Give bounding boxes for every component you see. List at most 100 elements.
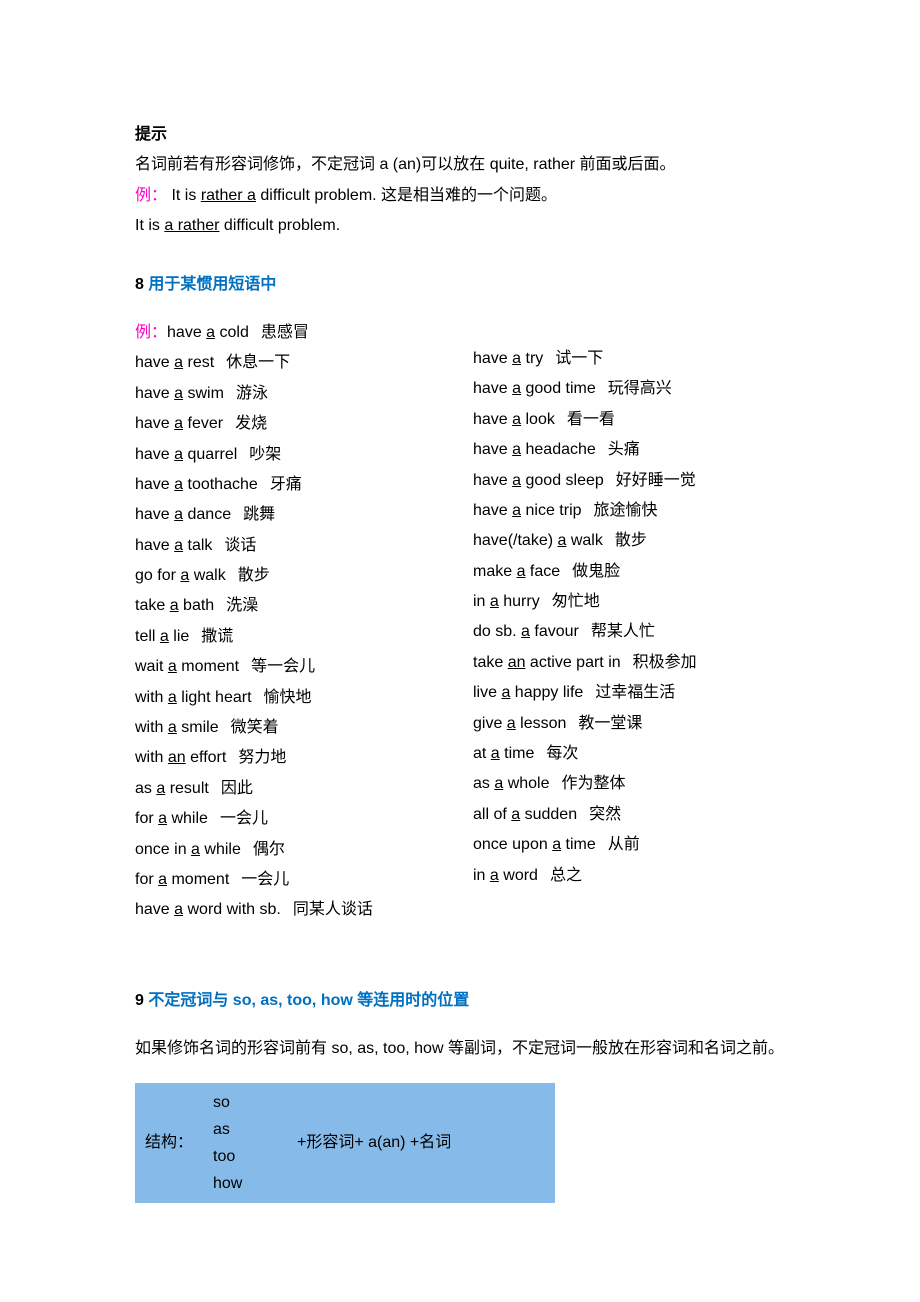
phrase-post: while [200, 841, 241, 858]
phrase-article: a [512, 411, 521, 428]
tip-line1: 名词前若有形容词修饰，不定冠词 a (an)可以放在 quite, rather… [135, 150, 785, 180]
phrase-pre: once upon [473, 836, 552, 853]
phrase-line: as a whole作为整体 [473, 769, 773, 799]
phrase-post: walk [566, 532, 602, 549]
phrase-translation: 好好睡一觉 [616, 472, 696, 489]
phrase-article: a [512, 380, 521, 397]
phrase-line: as a result因此 [135, 774, 445, 804]
phrase-post: nice trip [521, 502, 581, 519]
phrase-post: try [521, 350, 543, 367]
phrase-translation: 微笑着 [231, 719, 279, 736]
phrase-line: have a toothache牙痛 [135, 470, 445, 500]
phrase-line: with an effort努力地 [135, 743, 445, 773]
phrase-post: hurry [499, 593, 540, 610]
phrase-post: time [500, 745, 535, 762]
phrase-translation: 散步 [615, 532, 647, 549]
phrase-pre: give [473, 715, 507, 732]
phrase-article: a [512, 472, 521, 489]
phrase-article: an [508, 654, 526, 671]
phrase-post: dance [183, 506, 231, 523]
phrase-translation: 积极参加 [633, 654, 697, 671]
phrase-article: a [174, 354, 183, 371]
phrase-pre: have [135, 385, 174, 402]
phrase-translation: 游泳 [236, 385, 268, 402]
phrase-article: a [521, 623, 530, 640]
tip-block: 提示 名词前若有形容词修饰，不定冠词 a (an)可以放在 quite, rat… [135, 120, 785, 242]
phrase-pre: have [135, 446, 174, 463]
phrase-line: have a nice trip旅途愉快 [473, 496, 773, 526]
phrase-pre: once in [135, 841, 191, 858]
ex1-pre: It is [171, 187, 200, 204]
phrase-line: have a dance跳舞 [135, 500, 445, 530]
phrase-article: a [494, 775, 503, 792]
phrase-translation: 吵架 [249, 446, 281, 463]
phrase-translation: 一会儿 [220, 810, 268, 827]
phrase-translation: 过幸福生活 [595, 684, 675, 701]
phrase-translation: 每次 [546, 745, 578, 762]
phrase-pre: take [473, 654, 508, 671]
phrase-post: word with sb. [183, 901, 281, 918]
phrase-pre: for [135, 871, 158, 888]
phrase-translation: 患感冒 [261, 324, 309, 341]
phrase-column-right: have a try试一下have a good time玩得高兴have a … [473, 344, 773, 926]
phrase-post: happy life [510, 684, 583, 701]
phrase-pre: at [473, 745, 491, 762]
phrase-article: an [168, 749, 186, 766]
phrase-pre: go for [135, 567, 180, 584]
phrase-article: a [512, 441, 521, 458]
phrase-pre: have [473, 380, 512, 397]
phrase-article: a [191, 841, 200, 858]
phrase-translation: 旅途愉快 [594, 502, 658, 519]
phrase-article: a [174, 446, 183, 463]
phrase-post: result [165, 780, 209, 797]
phrase-article: a [552, 836, 561, 853]
phrase-translation: 努力地 [238, 749, 286, 766]
phrase-article: a [174, 415, 183, 432]
phrase-pre: take [135, 597, 170, 614]
phrase-translation: 作为整体 [562, 775, 626, 792]
phrase-article: a [156, 780, 165, 797]
phrase-post: toothache [183, 476, 258, 493]
phrase-pre: have [135, 506, 174, 523]
phrase-pre: have [473, 350, 512, 367]
phrase-pre: have(/take) [473, 532, 557, 549]
phrase-line: once upon a time从前 [473, 830, 773, 860]
phrase-line: have a look看一看 [473, 405, 773, 435]
phrase-article: a [180, 567, 189, 584]
section-9-title: 9 不定冠词与 so, as, too, how 等连用时的位置 [135, 986, 785, 1016]
phrase-line: tell a lie撒谎 [135, 622, 445, 652]
phrase-line: have a headache头痛 [473, 435, 773, 465]
phrase-article: a [168, 658, 177, 675]
phrase-post: light heart [177, 689, 252, 706]
phrase-pre: have [473, 411, 512, 428]
phrase-translation: 教一堂课 [578, 715, 642, 732]
phrase-pre: have [135, 415, 174, 432]
phrase-post: rest [183, 354, 214, 371]
phrase-translation: 散步 [238, 567, 270, 584]
phrase-post: bath [179, 597, 215, 614]
phrase-line: have a word with sb.同某人谈话 [135, 895, 445, 925]
phrase-line: go for a walk散步 [135, 561, 445, 591]
phrase-translation: 看一看 [567, 411, 615, 428]
phrase-pre: live [473, 684, 501, 701]
phrase-article: a [168, 689, 177, 706]
phrase-line: at a time每次 [473, 739, 773, 769]
phrase-pre: have [135, 476, 174, 493]
phrase-article: a [174, 537, 183, 554]
phrase-line: take a bath洗澡 [135, 591, 445, 621]
phrase-translation: 做鬼脸 [572, 563, 620, 580]
phrase-line: take an active part in积极参加 [473, 648, 773, 678]
phrase-article: a [174, 385, 183, 402]
phrase-translation: 同某人谈话 [293, 901, 373, 918]
phrase-line: live a happy life过幸福生活 [473, 678, 773, 708]
phrase-line: with a light heart愉快地 [135, 683, 445, 713]
phrase-pre: have [473, 472, 512, 489]
phrase-line: have a try试一下 [473, 344, 773, 374]
phrase-translation: 偶尔 [253, 841, 285, 858]
phrase-line: have a quarrel吵架 [135, 440, 445, 470]
phrase-line: give a lesson教一堂课 [473, 709, 773, 739]
section-9-text: 不定冠词与 so, as, too, how 等连用时的位置 [148, 992, 469, 1009]
phrase-post: effort [186, 749, 227, 766]
ex1-post: difficult problem. 这是相当难的一个问题。 [256, 187, 557, 204]
phrase-pre: in [473, 593, 490, 610]
